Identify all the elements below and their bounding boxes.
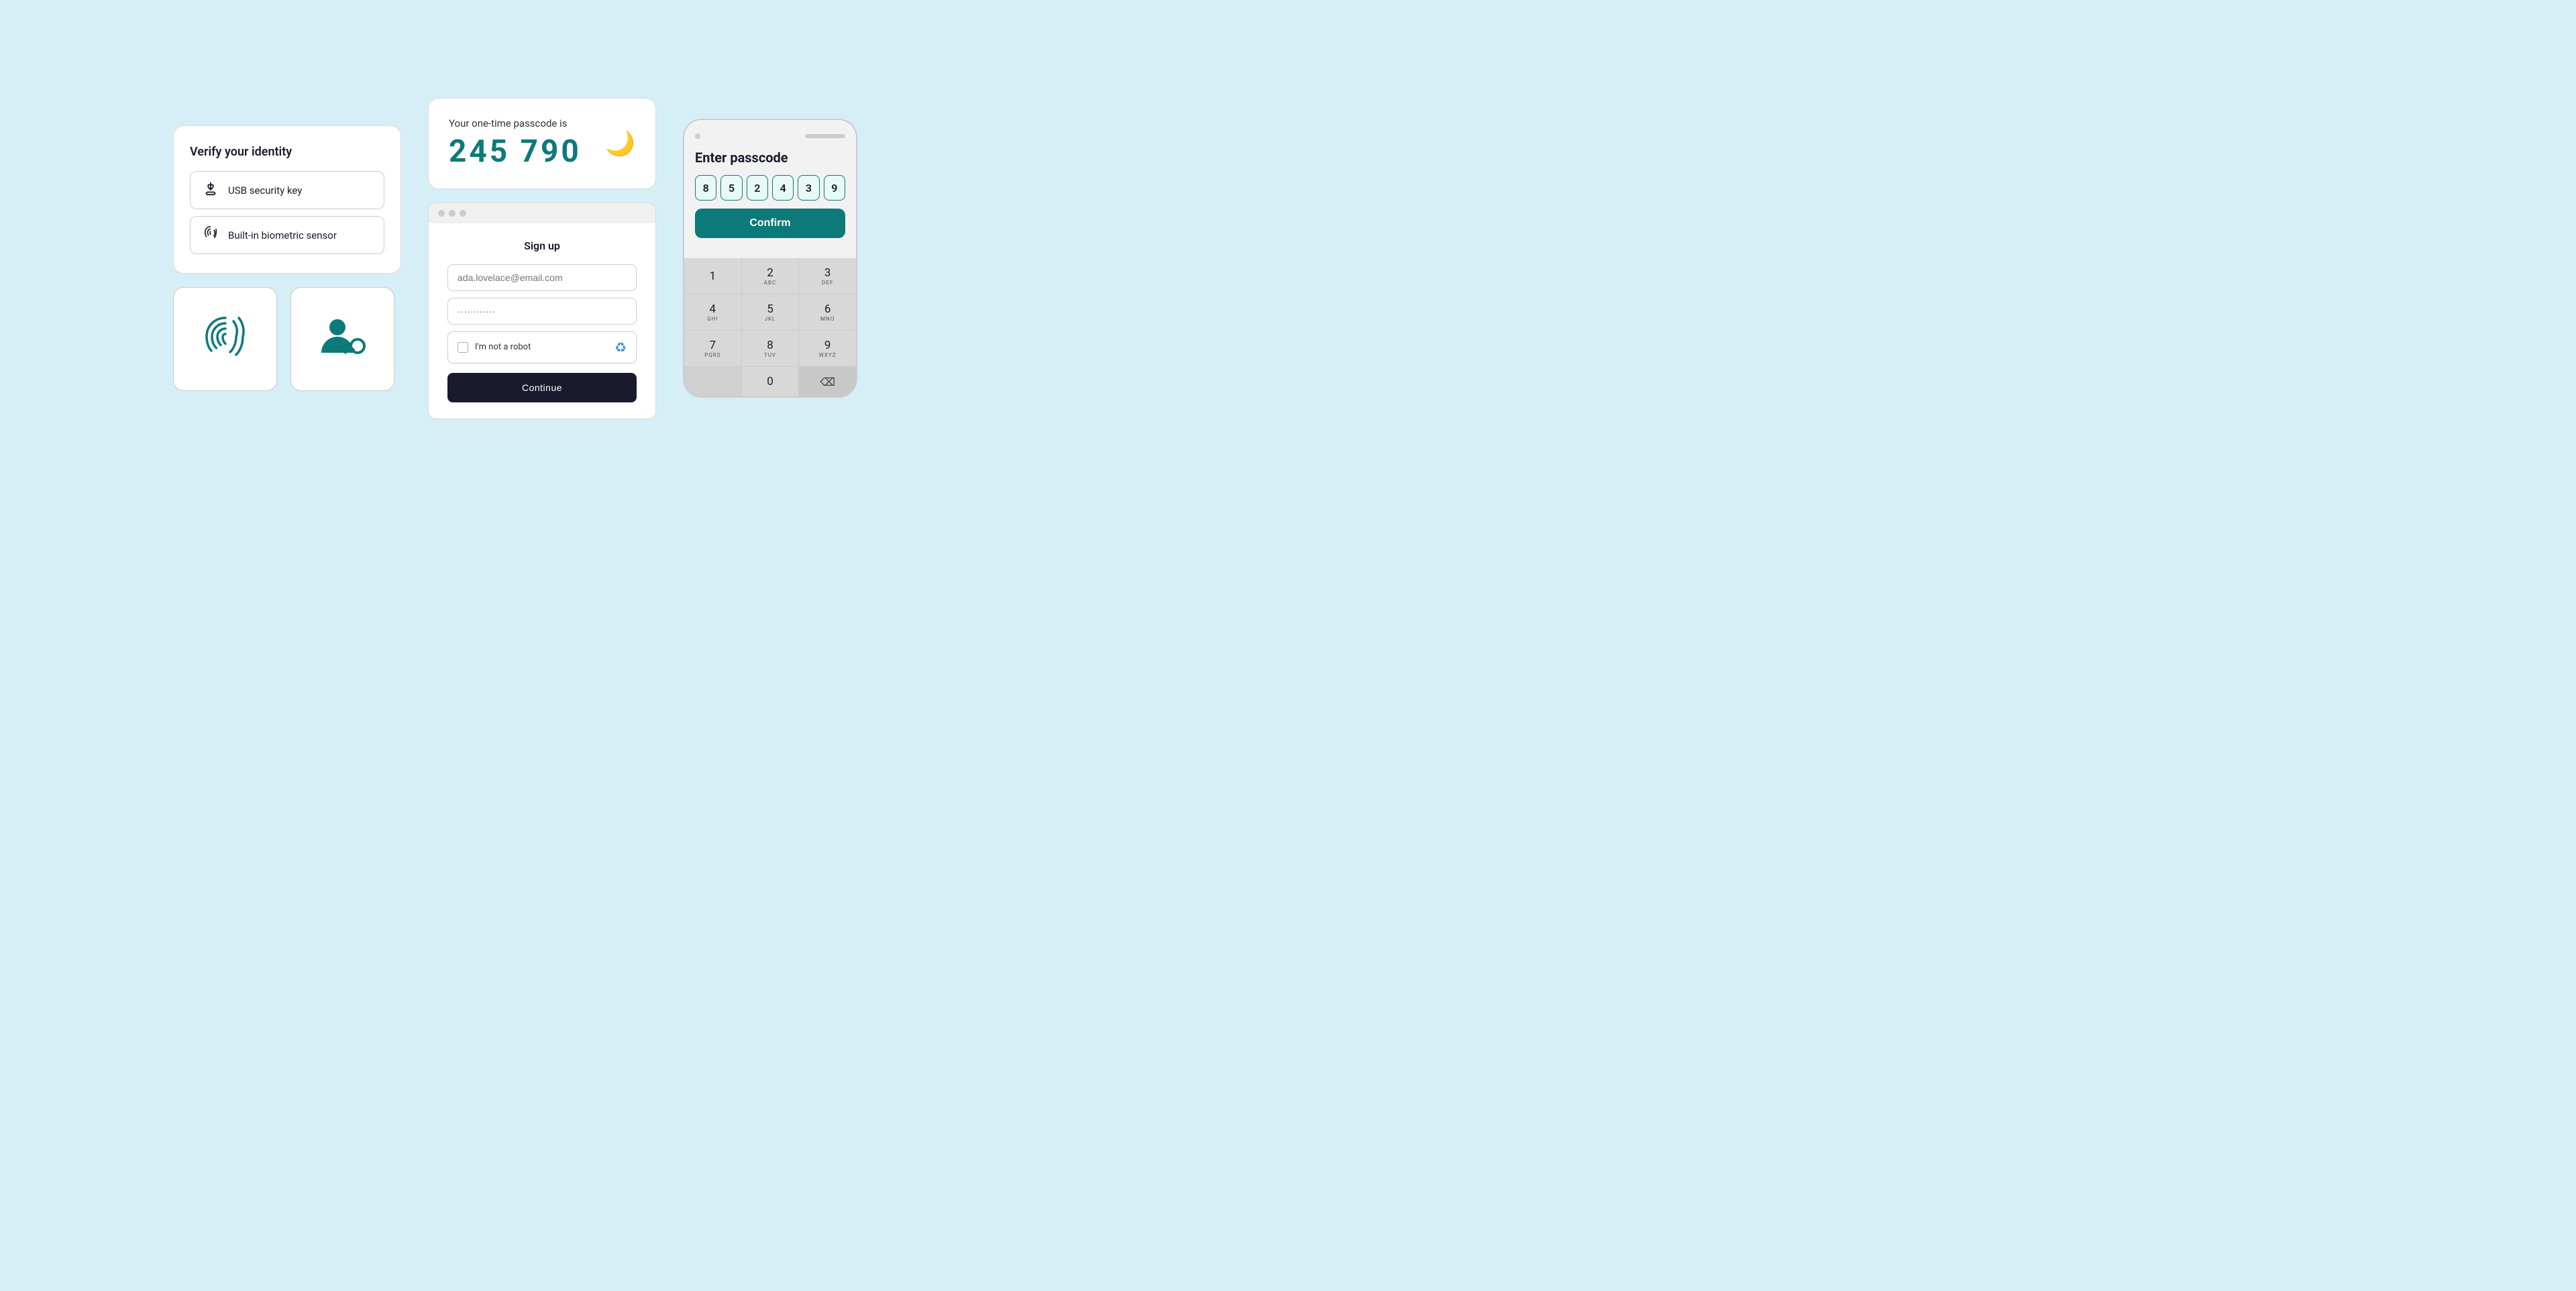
numpad-empty <box>684 367 741 396</box>
numpad-3[interactable]: 3DEF <box>799 258 856 294</box>
phone-inner: Enter passcode 8 5 2 4 3 9 Confirm <box>684 120 856 258</box>
continue-button[interactable]: Continue <box>447 373 637 402</box>
digit-4: 3 <box>798 175 819 201</box>
phone-topbar <box>695 133 845 139</box>
verify-identity-card: Verify your identity USB security key <box>173 125 401 274</box>
numpad-5[interactable]: 5JKL <box>742 294 799 330</box>
verify-title: Verify your identity <box>190 145 384 159</box>
captcha-checkbox[interactable] <box>458 342 468 353</box>
password-input[interactable] <box>447 298 637 325</box>
icon-cards-row <box>173 287 401 391</box>
left-column: Verify your identity USB security key <box>173 125 401 391</box>
backspace-icon: ⌫ <box>820 376 835 388</box>
phone-frame: Enter passcode 8 5 2 4 3 9 Confirm 1 2AB… <box>683 119 857 398</box>
biometric-option[interactable]: Built-in biometric sensor <box>190 216 384 254</box>
numpad: 1 2ABC 3DEF 4GHI 5JKL 6MNO 7PQRS 8TUV 9W… <box>684 258 856 396</box>
numpad-6[interactable]: 6MNO <box>799 294 856 330</box>
numpad-7[interactable]: 7PQRS <box>684 331 741 366</box>
numpad-9[interactable]: 9WXYZ <box>799 331 856 366</box>
phone-status-dot <box>695 133 700 139</box>
signup-body: Sign up I'm not a robot ♻ Continue <box>429 223 655 418</box>
signup-titlebar <box>429 203 655 223</box>
signup-card: Sign up I'm not a robot ♻ Continue <box>428 203 656 419</box>
confirm-button[interactable]: Confirm <box>695 209 845 238</box>
captcha-box: I'm not a robot ♻ <box>447 331 637 363</box>
passcode-digits: 8 5 2 4 3 9 <box>695 175 845 201</box>
dot-1 <box>438 210 445 217</box>
passcode-title: Enter passcode <box>695 150 845 166</box>
otp-left: Your one-time passcode is 245 790 <box>449 117 582 170</box>
biometric-label: Built-in biometric sensor <box>228 229 337 241</box>
usb-key-label: USB security key <box>228 184 302 197</box>
digit-2: 2 <box>747 175 768 201</box>
signup-heading: Sign up <box>447 239 637 252</box>
digit-3: 4 <box>772 175 794 201</box>
otp-code: 245 790 <box>449 133 582 170</box>
otp-timer-icon: 🌙 <box>605 129 635 158</box>
passkey-large-icon <box>316 313 370 366</box>
usb-key-option[interactable]: USB security key <box>190 171 384 209</box>
digit-5: 9 <box>824 175 845 201</box>
numpad-1[interactable]: 1 <box>684 258 741 294</box>
numpad-4[interactable]: 4GHI <box>684 294 741 330</box>
dot-3 <box>460 210 466 217</box>
fingerprint-card <box>173 287 277 391</box>
fingerprint-icon <box>203 226 219 244</box>
otp-card: Your one-time passcode is 245 790 🌙 <box>428 98 656 189</box>
numpad-2[interactable]: 2ABC <box>742 258 799 294</box>
digit-1: 5 <box>720 175 742 201</box>
middle-column: Your one-time passcode is 245 790 🌙 Sign… <box>428 98 656 419</box>
captcha-left: I'm not a robot <box>458 342 531 353</box>
recaptcha-logo: ♻ <box>614 339 627 355</box>
otp-label: Your one-time passcode is <box>449 117 582 129</box>
fingerprint-large-icon <box>199 313 252 366</box>
captcha-label: I'm not a robot <box>475 342 531 352</box>
numpad-8[interactable]: 8TUV <box>742 331 799 366</box>
numpad-0[interactable]: 0 <box>742 367 799 396</box>
usb-icon <box>203 181 219 199</box>
email-input[interactable] <box>447 264 637 291</box>
digit-0: 8 <box>695 175 716 201</box>
dot-2 <box>449 210 455 217</box>
phone-url-bar <box>805 134 845 138</box>
passkey-card <box>290 287 394 391</box>
numpad-backspace[interactable]: ⌫ <box>799 367 856 396</box>
